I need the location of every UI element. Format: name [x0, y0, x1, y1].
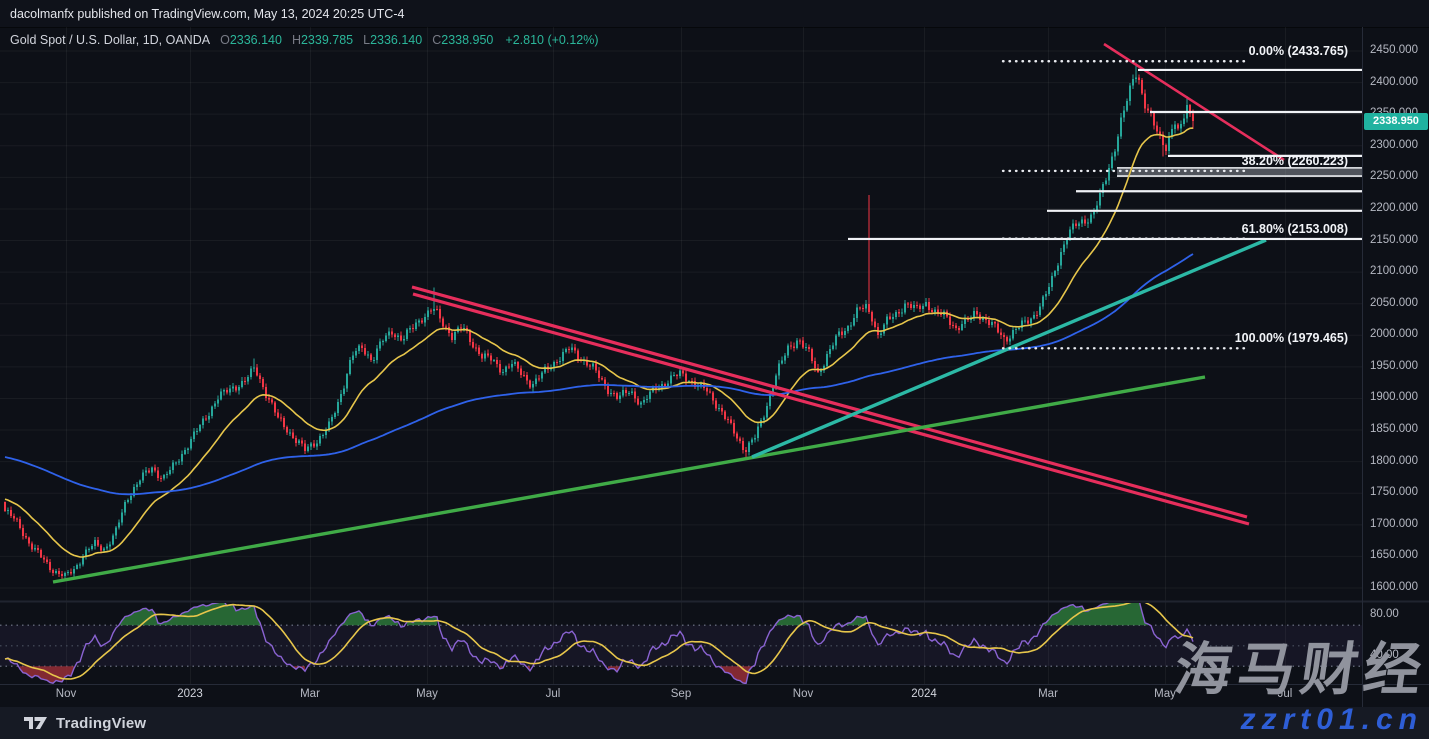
price-tick-label: 1900.000	[1370, 391, 1418, 403]
watermark-url: zzrt01.cn	[1241, 705, 1423, 735]
descending-channel-lower-line[interactable]	[413, 294, 1249, 524]
descending-channel-upper-line[interactable]	[412, 287, 1247, 517]
time-tick-label: Mar	[1026, 688, 1070, 700]
open-label: O	[220, 33, 230, 47]
low-value: 2336.140	[370, 33, 422, 47]
price-tick-label: 1800.000	[1370, 455, 1418, 467]
tradingview-logo-icon[interactable]	[24, 715, 48, 731]
ascending-support-line[interactable]	[53, 377, 1205, 582]
price-tick-label: 2100.000	[1370, 265, 1418, 277]
price-tick-label: 1700.000	[1370, 518, 1418, 530]
high-value: 2339.785	[301, 33, 353, 47]
rsi-tick-label: 80.00	[1370, 608, 1399, 620]
time-tick-label: Sep	[659, 688, 703, 700]
footer-brand-text[interactable]: TradingView	[56, 715, 146, 732]
tradingview-published-chart: dacolmanfx published on TradingView.com,…	[0, 0, 1429, 739]
price-tick-label: 2450.000	[1370, 44, 1418, 56]
close-value: 2338.950	[441, 33, 493, 47]
time-tick-label: Nov	[781, 688, 825, 700]
price-tick-label: 2400.000	[1370, 76, 1418, 88]
fib-level-label: 61.80% (2153.008)	[1242, 222, 1348, 236]
chart-canvas[interactable]	[0, 0, 1429, 739]
time-tick-label: 2024	[902, 688, 946, 700]
resistance-zone	[1117, 168, 1362, 176]
time-tick-label: Jul	[531, 688, 575, 700]
change-value: +2.810 (+0.12%)	[505, 33, 598, 47]
short-descending-trendline[interactable]	[1104, 44, 1284, 160]
symbol-legend[interactable]: Gold Spot / U.S. Dollar, 1D, OANDA O2336…	[10, 33, 599, 47]
price-tick-label: 2000.000	[1370, 328, 1418, 340]
price-tick-label: 2300.000	[1370, 139, 1418, 151]
footer-bar: TradingView	[0, 707, 1429, 739]
symbol-title[interactable]: Gold Spot / U.S. Dollar, 1D, OANDA	[10, 33, 210, 47]
fib-level-label: 100.00% (1979.465)	[1235, 331, 1348, 345]
price-tick-label: 2250.000	[1370, 170, 1418, 182]
price-tick-label: 2200.000	[1370, 202, 1418, 214]
price-tick-label: 1950.000	[1370, 360, 1418, 372]
price-tick-label: 2150.000	[1370, 234, 1418, 246]
high-label: H	[292, 33, 301, 47]
open-value: 2336.140	[230, 33, 282, 47]
price-tick-label: 1750.000	[1370, 486, 1418, 498]
fib-level-label: 38.20% (2260.223)	[1242, 154, 1348, 168]
time-tick-label: Nov	[44, 688, 88, 700]
current-price-badge: 2338.950	[1364, 113, 1428, 130]
price-tick-label: 2050.000	[1370, 297, 1418, 309]
candlestick-series	[4, 62, 1194, 580]
fib-level-label: 0.00% (2433.765)	[1249, 44, 1348, 58]
watermark-cjk: 海马财经	[1171, 642, 1429, 699]
time-tick-label: 2023	[168, 688, 212, 700]
time-tick-label: Mar	[288, 688, 332, 700]
fast-ma	[5, 128, 1193, 557]
time-tick-label: May	[405, 688, 449, 700]
price-tick-label: 1650.000	[1370, 549, 1418, 561]
price-tick-label: 1850.000	[1370, 423, 1418, 435]
price-tick-label: 1600.000	[1370, 581, 1418, 593]
close-label: C	[432, 33, 441, 47]
